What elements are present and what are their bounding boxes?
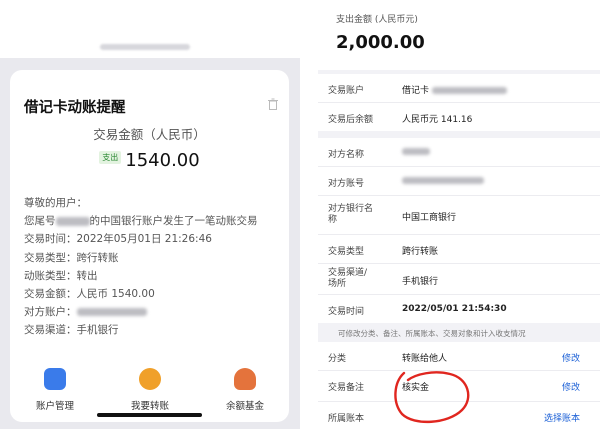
- nav-fund[interactable]: 余额基金: [205, 368, 285, 412]
- card-title: 借记卡动账提醒: [24, 100, 126, 116]
- expense-amount: 2,000.00: [336, 32, 425, 53]
- select-ledger-link[interactable]: 选择账本: [544, 411, 580, 424]
- account-icon: [44, 368, 66, 390]
- row-trade-type: 交易类型 跨行转账: [318, 235, 600, 264]
- row-category[interactable]: 分类 转账给他人 修改: [318, 342, 600, 371]
- row-counterparty-name: 对方名称: [318, 138, 600, 167]
- redacted-name: [402, 148, 430, 155]
- detail-line: 交易时间：2022年05月01日 21:26:46: [24, 233, 212, 246]
- nav-transfer[interactable]: 我要转账: [110, 368, 190, 412]
- counterparty-group: 对方名称 对方账号 对方银行名称 中国工商银行 交易类型 跨行转账 交易渠道/场…: [318, 138, 600, 323]
- row-counterparty-bank: 对方银行名称 中国工商银行: [318, 196, 600, 235]
- trash-icon[interactable]: [268, 98, 278, 110]
- edit-category-link[interactable]: 修改: [562, 351, 580, 364]
- account-group: 交易账户 借记卡 交易后余额 人民币元 141.16: [318, 74, 600, 131]
- transfer-icon: [139, 368, 161, 390]
- row-trade-account: 交易账户 借记卡: [318, 74, 600, 103]
- left-screenshot: 借记卡动账提醒 交易金额（人民币） 支出 1540.00 尊敬的用户： 您尾号 的中…: [0, 0, 300, 429]
- row-counterparty-account: 对方账号: [318, 167, 600, 196]
- red-annotation-circle: [394, 371, 470, 424]
- fund-icon: [234, 368, 256, 390]
- redacted-account-number: [402, 177, 484, 184]
- expense-header: 支出金额 (人民币元) 2,000.00: [318, 0, 600, 70]
- detail-line: 尊敬的用户：: [24, 197, 87, 209]
- row-trade-channel: 交易渠道/场所 手机银行: [318, 264, 600, 295]
- edit-note-link[interactable]: 修改: [562, 380, 580, 393]
- edit-hint: 可修改分类、备注、所属账本、交易对象和计入收支情况: [338, 329, 526, 338]
- right-screenshot: 支出金额 (人民币元) 2,000.00 交易账户 借记卡 交易后余额 人民币元…: [318, 0, 600, 430]
- redacted-account: [76, 308, 147, 317]
- detail-line: 您尾号 的中国银行账户发生了一笔动账交易: [24, 215, 258, 228]
- redacted-number: [55, 216, 90, 226]
- detail-line: 交易金额：人民币 1540.00: [24, 288, 155, 301]
- detail-line: 对方账户：: [24, 303, 258, 321]
- row-trade-time: 交易时间 2022/05/01 21:54:30: [328, 304, 507, 317]
- detail-line: 交易渠道：手机银行: [24, 324, 119, 337]
- transaction-amount: 1540.00: [125, 150, 200, 171]
- nav-account-management[interactable]: 账户管理: [15, 368, 95, 412]
- expense-amount-label: 支出金额 (人民币元): [336, 15, 418, 25]
- home-indicator: [97, 413, 202, 417]
- amount-label: 交易金额（人民币）: [93, 127, 206, 142]
- blurred-status-text: [100, 44, 190, 50]
- redacted-card-number: [432, 87, 508, 94]
- transaction-details: 尊敬的用户： 您尾号 的中国银行账户发生了一笔动账交易 交易时间：2022年05月…: [24, 194, 258, 340]
- amount-row: 支出 1540.00: [10, 150, 289, 171]
- detail-line: 动账类型：转出: [24, 269, 98, 282]
- row-balance: 交易后余额 人民币元 141.16: [328, 115, 473, 125]
- detail-line: 交易类型：跨行转账: [24, 251, 119, 264]
- expense-badge: 支出: [99, 151, 122, 164]
